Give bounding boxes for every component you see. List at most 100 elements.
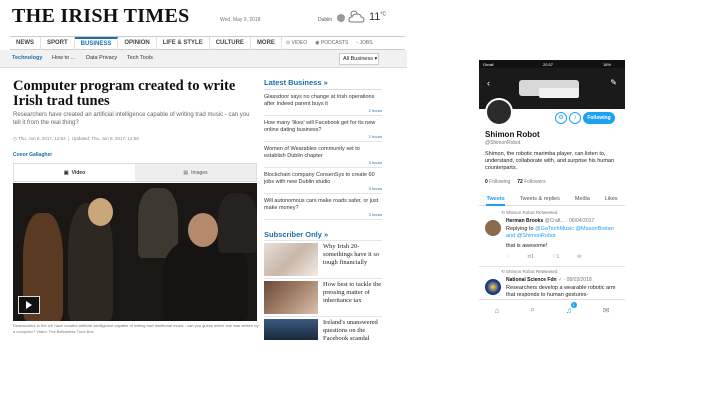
- tweet-reply-context: Replying to @GaTechMusic @MasonBretan an…: [506, 226, 614, 239]
- subscriber-list: Why Irish 20-somethings have it so tough…: [264, 240, 382, 340]
- retweet-label: ⟲ Shimon Robot Retweeted: [501, 269, 558, 274]
- list-item[interactable]: Women of Wearables community set to esta…: [264, 142, 382, 168]
- tweet[interactable]: ⟲ Shimon Robot Retweeted National Scienc…: [479, 268, 625, 299]
- retweet-icon: ⟲: [501, 210, 505, 215]
- tab-media[interactable]: Media: [575, 192, 590, 206]
- subnav-how-to[interactable]: How to ...: [52, 55, 75, 61]
- nav-culture[interactable]: CULTURE: [210, 36, 251, 50]
- retweet-label: ⟲ Shimon Robot Retweeted: [501, 210, 558, 215]
- chevron-down-icon: ▾: [374, 56, 378, 62]
- tab-likes[interactable]: Likes: [605, 192, 618, 206]
- back-arrow-icon[interactable]: ‹: [487, 78, 490, 88]
- home-icon[interactable]: ⌂: [494, 306, 499, 315]
- like-button[interactable]: ♡1: [552, 254, 559, 260]
- tweet-header: National Science Fdn ✓ · 08/03/2018: [506, 277, 592, 283]
- weather-city: Dublin: [318, 17, 333, 23]
- status-bar: Gmail 20:37 18%: [479, 60, 625, 68]
- verified-icon: ✓: [557, 277, 563, 283]
- list-item[interactable]: Blockchain company ConsenSys to create 6…: [264, 168, 382, 194]
- profile-name: Shimon Robot: [485, 130, 540, 139]
- article-author[interactable]: Conor Gallagher: [13, 152, 52, 158]
- bottom-tab-bar: ⌂ ⌕ ♫ 1 ✉: [479, 299, 625, 320]
- section-select[interactable]: All Business ▾: [339, 53, 379, 65]
- current-date: Wed, May 9, 2018: [220, 17, 261, 23]
- subnav-tech-tools[interactable]: Tech Tools: [127, 55, 153, 61]
- list-item[interactable]: Will autonomous cars make roads safer, o…: [264, 194, 382, 220]
- list-item[interactable]: Glassdoor says no change at Irish operat…: [264, 90, 382, 116]
- profile-tabs: Tweets Tweets & replies Media Likes: [479, 192, 625, 206]
- retweet-icon: ⟲: [501, 269, 505, 274]
- nav-podcasts[interactable]: ◉ PODCASTS: [311, 40, 352, 46]
- profile-avatar[interactable]: [485, 98, 513, 126]
- article-thumbnail: [264, 281, 318, 314]
- compose-icon[interactable]: ✎: [610, 78, 617, 87]
- tweet-actions: ◌ ⟲1 ♡1 ✉: [506, 254, 581, 260]
- article-timestamps: ◷ Thu, Jun 8, 2017, 12:53 | Updated: Thu…: [13, 136, 139, 141]
- location-icon: [337, 14, 345, 22]
- share-icon[interactable]: ✉: [577, 254, 581, 260]
- nav-opinion[interactable]: OPINION: [118, 36, 157, 50]
- nav-news[interactable]: NEWS: [10, 36, 41, 50]
- tweet[interactable]: ⟲ Shimon Robot Retweeted Herman Brooks @…: [479, 209, 625, 267]
- notification-badge: 1: [570, 301, 577, 308]
- retweet-button[interactable]: ⟲1: [527, 254, 534, 260]
- article-standfirst: Researchers have created an artificial i…: [13, 112, 250, 126]
- subscriber-only-heading[interactable]: Subscriber Only »: [264, 230, 328, 239]
- weather-temperature: 11°C: [369, 11, 387, 23]
- list-item[interactable]: How best to tackle the pressing matter o…: [264, 278, 382, 316]
- header-photo: [539, 88, 579, 98]
- clock-icon: ◷: [13, 136, 17, 141]
- play-button[interactable]: [18, 296, 40, 314]
- play-circle-icon: ⊙: [285, 40, 291, 46]
- article-thumbnail: [264, 243, 318, 276]
- latest-business-heading[interactable]: Latest Business »: [264, 78, 328, 87]
- tab-video[interactable]: ▣ Video: [14, 164, 135, 181]
- reply-icon[interactable]: ◌: [506, 254, 509, 260]
- tab-images[interactable]: ▤ Images: [135, 164, 256, 181]
- cloud-sun-icon: [348, 10, 365, 23]
- avatar[interactable]: [485, 279, 501, 295]
- video-caption: Researchers in the UK have created artif…: [13, 323, 259, 334]
- briefcase-icon: ▫: [356, 40, 359, 46]
- profile-bio: Shimon, the robotic marimba player, can …: [485, 151, 615, 171]
- nav-sport[interactable]: SPORT: [41, 36, 75, 50]
- tab-tweets[interactable]: Tweets: [486, 192, 505, 206]
- search-icon[interactable]: ⌕: [530, 305, 534, 315]
- twitter-profile-screen: Gmail 20:37 18% ‹ ✎ ⚙ ♪ Following Shimon…: [479, 60, 625, 320]
- video-figure: [188, 213, 218, 247]
- podcast-icon: ◉: [315, 40, 320, 46]
- tweet-text: that is awesome!: [506, 243, 548, 249]
- nav-business[interactable]: BUSINESS: [74, 36, 119, 50]
- list-item[interactable]: How many 'likes' will Facebook get for i…: [264, 116, 382, 142]
- notifications-icon[interactable]: ♫ 1: [566, 301, 577, 315]
- following-count[interactable]: 0 Following: [485, 179, 510, 185]
- profile-stats: 0 Following 72 Followers: [485, 179, 546, 185]
- tweet-header: Herman Brooks @Craft... · 06/04/2017: [506, 218, 595, 224]
- video-figure: [218, 193, 257, 253]
- media-tabs: ▣ Video ▤ Images: [13, 163, 257, 182]
- subnav-technology[interactable]: Technology: [12, 55, 42, 61]
- list-item[interactable]: Ireland's unanswered questions on the Fa…: [264, 316, 382, 340]
- nav-video[interactable]: ⊙ VIDEO: [282, 40, 311, 46]
- section-subnav: Technology How to ... Data Privacy Tech …: [0, 50, 407, 68]
- messages-icon[interactable]: ✉: [603, 306, 610, 315]
- nav-jobs[interactable]: ▫ JOBS: [352, 40, 376, 46]
- nav-more[interactable]: MORE: [251, 36, 282, 50]
- avatar[interactable]: [485, 220, 501, 236]
- main-navigation: NEWS SPORT BUSINESS OPINION LIFE & STYLE…: [10, 36, 405, 50]
- tab-tweets-replies[interactable]: Tweets & replies: [520, 192, 560, 206]
- site-logo[interactable]: THE IRISH TIMES: [12, 5, 190, 28]
- irish-times-page: THE IRISH TIMES Wed, May 9, 2018 Dublin …: [0, 0, 407, 340]
- video-icon: ▣: [63, 169, 69, 176]
- notifications-bell-icon[interactable]: ♪: [569, 112, 581, 124]
- subnav-data-privacy[interactable]: Data Privacy: [86, 55, 117, 61]
- tweet-text: Researchers develop a wearable robotic a…: [506, 285, 616, 298]
- followers-count[interactable]: 72 Followers: [517, 179, 545, 185]
- notifications-toggle-icon[interactable]: ⚙: [555, 112, 567, 124]
- image-icon: ▤: [183, 169, 189, 176]
- list-item[interactable]: Why Irish 20-somethings have it so tough…: [264, 240, 382, 278]
- nav-life-style[interactable]: LIFE & STYLE: [157, 36, 210, 50]
- profile-handle: @ShimonRobot: [485, 140, 521, 146]
- video-player[interactable]: [13, 183, 257, 321]
- following-button[interactable]: Following: [583, 112, 615, 124]
